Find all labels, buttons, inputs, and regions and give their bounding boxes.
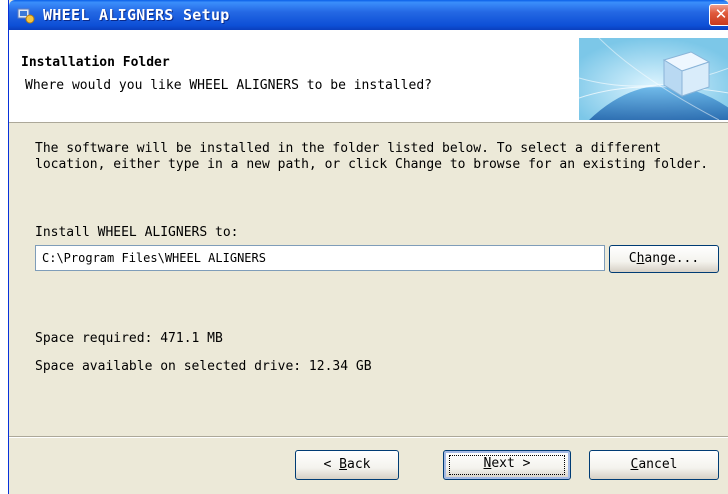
title-bar[interactable]: WHEEL ALIGNERS Setup ✕ (9, 0, 728, 30)
install-location-label: Install WHEEL ALIGNERS to: (35, 225, 239, 240)
footer-divider (9, 436, 728, 438)
focus-ring (449, 455, 565, 475)
space-available-text: Space available on selected drive: 12.34… (35, 359, 372, 374)
window-title: WHEEL ALIGNERS Setup (43, 6, 230, 24)
page-title: Installation Folder (21, 55, 170, 70)
space-required-text: Space required: 471.1 MB (35, 331, 223, 346)
page-subtitle: Where would you like WHEEL ALIGNERS to b… (25, 78, 432, 93)
back-button[interactable]: < Back (295, 450, 399, 480)
change-button[interactable]: Change... (609, 245, 719, 273)
header-globe-graphic (579, 38, 728, 120)
next-button[interactable]: Next > (443, 450, 571, 480)
installer-app-icon (17, 8, 35, 24)
setup-window: WHEEL ALIGNERS Setup ✕ Installation Fold… (8, 0, 728, 494)
cancel-button[interactable]: Cancel (589, 450, 719, 480)
description-text: The software will be installed in the fo… (35, 141, 709, 172)
close-icon[interactable]: ✕ (709, 4, 728, 26)
install-path-input[interactable]: C:\Program Files\WHEEL ALIGNERS (35, 245, 605, 271)
